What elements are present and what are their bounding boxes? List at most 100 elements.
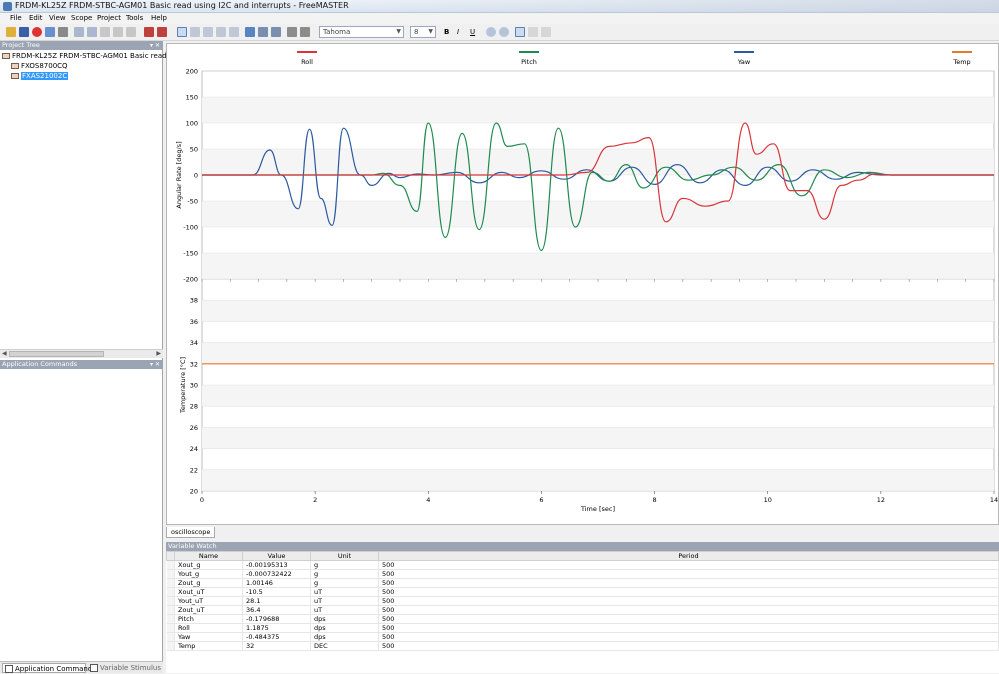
variable-watch-table[interactable]: Name Value Unit Period Xout_g -0.00195313…: [166, 551, 999, 673]
row-header[interactable]: [166, 632, 175, 642]
table-row[interactable]: Xout_uT -10.5 uT 500: [166, 587, 999, 597]
x-tick-label: 6: [539, 496, 543, 504]
tree-item-fxas21002c[interactable]: FXAS21002C: [11, 71, 69, 81]
bold-icon[interactable]: B: [444, 28, 452, 38]
menu-tools[interactable]: Tools: [126, 14, 143, 22]
zoom-y-icon[interactable]: [229, 27, 239, 37]
row-header[interactable]: [166, 605, 175, 615]
column-header-period[interactable]: Period: [378, 551, 999, 561]
menu-file[interactable]: File: [10, 14, 22, 22]
properties-icon[interactable]: [300, 27, 310, 37]
project-tree-title: Project Tree: [2, 41, 40, 49]
scroll-thumb[interactable]: [9, 351, 104, 357]
zoom-icon[interactable]: [203, 27, 213, 37]
align-right-icon[interactable]: [541, 27, 551, 37]
table-row[interactable]: Zout_g 1.00146 g 500: [166, 578, 999, 588]
y-tick-label: 28: [190, 403, 198, 411]
tab-application-commands[interactable]: Application Commands: [2, 663, 96, 673]
oscilloscope-view[interactable]: Roll Pitch Yaw Temp 200 150 100 50 0 -50 -100 -150-…: [166, 43, 999, 525]
zoom-out-icon[interactable]: [499, 27, 509, 37]
variable-period-cell: 500: [378, 605, 999, 615]
y-tick-label: 0: [194, 172, 198, 180]
italic-icon[interactable]: I: [457, 28, 465, 38]
variable-unit-cell: uT: [310, 605, 379, 615]
grid-icon[interactable]: [245, 27, 255, 37]
menu-help[interactable]: Help: [151, 14, 167, 22]
menu-scope[interactable]: Scope: [71, 14, 92, 22]
variable-unit-cell: dps: [310, 614, 379, 624]
table-row[interactable]: Zout_uT 36.4 uT 500: [166, 605, 999, 615]
y-tick-label: 22: [190, 466, 198, 474]
variable-value-cell: -0.00195313: [242, 560, 311, 570]
align-left-icon[interactable]: [515, 27, 525, 37]
options-icon[interactable]: [45, 27, 55, 37]
y-tick-label: 200: [186, 68, 198, 76]
underline-icon[interactable]: U: [470, 28, 478, 38]
menu-project[interactable]: Project: [97, 14, 121, 22]
y-tick-label: 36: [190, 318, 198, 326]
scroll-left-icon[interactable]: ◀: [2, 350, 7, 357]
variable-name-cell: Yout_uT: [174, 596, 243, 606]
screenshot-icon[interactable]: [287, 27, 297, 37]
zoom-in-icon[interactable]: [486, 27, 496, 37]
move-down-icon[interactable]: [271, 27, 281, 37]
row-header[interactable]: [166, 560, 175, 570]
tree-item-fxos8700cq[interactable]: FXOS8700CQ: [11, 61, 68, 71]
variable-value-cell: -0.000732422: [242, 569, 311, 579]
pointer-tool-icon[interactable]: [177, 27, 187, 37]
tree-root[interactable]: FRDM-KL25Z FRDM-STBC-AGM01 Basic read us…: [2, 51, 188, 61]
pin-close-icon[interactable]: ▾ ✕: [150, 41, 160, 50]
menu-view[interactable]: View: [49, 14, 66, 22]
row-header[interactable]: [166, 587, 175, 597]
table-row[interactable]: Yaw -0.484375 dps 500: [166, 632, 999, 642]
align-center-icon[interactable]: [528, 27, 538, 37]
block-icon: [11, 73, 19, 79]
cut-icon[interactable]: [100, 27, 110, 37]
back-icon[interactable]: [74, 27, 84, 37]
row-header[interactable]: [166, 578, 175, 588]
font-size-select[interactable]: 8 ▼: [410, 26, 436, 38]
paste-icon[interactable]: [126, 27, 136, 37]
tab-variable-stimulus[interactable]: Variable Stimulus: [88, 663, 163, 673]
table-row[interactable]: Yout_g -0.000732422 g 500: [166, 569, 999, 579]
row-header[interactable]: [166, 623, 175, 633]
tab-oscilloscope[interactable]: oscilloscope: [166, 527, 216, 538]
scroll-right-icon[interactable]: ▶: [156, 350, 161, 357]
oscilloscope-chart[interactable]: Roll Pitch Yaw Temp200150100500-50-100-150-…: [167, 44, 998, 524]
grid-band: [202, 342, 994, 364]
watch-icon[interactable]: [144, 27, 154, 37]
move-up-icon[interactable]: [258, 27, 268, 37]
menu-edit[interactable]: Edit: [29, 14, 43, 22]
column-header-name[interactable]: Name: [174, 551, 243, 561]
column-header-value[interactable]: Value: [242, 551, 311, 561]
variable-name-cell: Roll: [174, 623, 243, 633]
variable-name-cell: Yaw: [174, 632, 243, 642]
pan-icon[interactable]: [190, 27, 200, 37]
zoom-x-icon[interactable]: [216, 27, 226, 37]
print-icon[interactable]: [58, 27, 68, 37]
read-variable-icon[interactable]: [157, 27, 167, 37]
row-header[interactable]: [166, 641, 175, 651]
table-row[interactable]: Yout_uT 28.1 uT 500: [166, 596, 999, 606]
pin-close-icon[interactable]: ▾ ✕: [150, 360, 160, 369]
table-row[interactable]: Xout_g -0.00195313 g 500: [166, 560, 999, 570]
table-row[interactable]: Roll 1.1875 dps 500: [166, 623, 999, 633]
left-pane: Project Tree ▾ ✕ FRDM-KL25Z FRDM-STBC-AG…: [0, 41, 188, 673]
x-tick-label: 12: [877, 496, 885, 504]
table-row[interactable]: Temp 32 DEC 500: [166, 641, 999, 651]
table-row[interactable]: Pitch -0.179688 dps 500: [166, 614, 999, 624]
row-header[interactable]: [166, 614, 175, 624]
row-header[interactable]: [166, 569, 175, 579]
x-tick-label: 10: [764, 496, 772, 504]
variable-name-cell: Xout_g: [174, 560, 243, 570]
row-header[interactable]: [166, 596, 175, 606]
save-icon[interactable]: [19, 27, 29, 37]
open-folder-icon[interactable]: [6, 27, 16, 37]
copy-icon[interactable]: [113, 27, 123, 37]
font-name-select[interactable]: Tahoma ▼: [319, 26, 404, 38]
tree-horizontal-scrollbar[interactable]: ◀ ▶: [0, 349, 163, 358]
forward-icon[interactable]: [87, 27, 97, 37]
variable-period-cell: 500: [378, 587, 999, 597]
column-header-unit[interactable]: Unit: [310, 551, 379, 561]
stop-icon[interactable]: [32, 27, 42, 37]
